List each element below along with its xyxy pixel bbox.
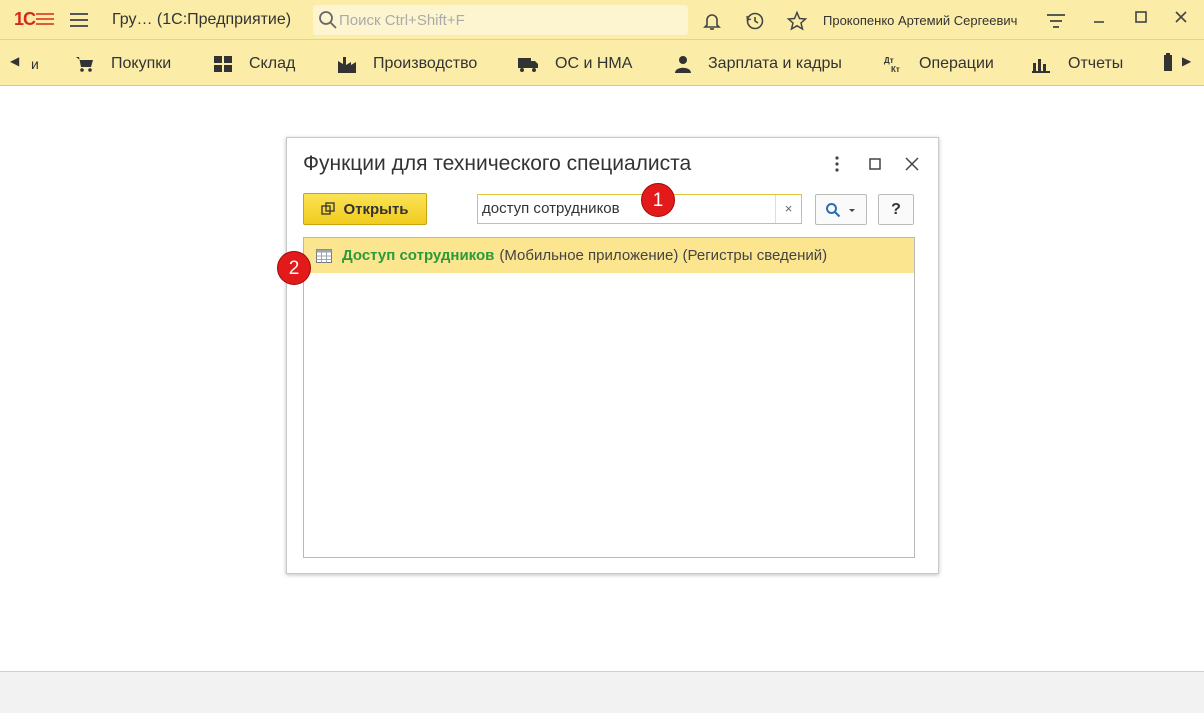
result-name: Доступ сотрудников [342, 247, 495, 264]
section-operations[interactable]: Дт Кт Операции [883, 53, 994, 75]
annotation-badge-2: 2 [277, 251, 311, 285]
open-button[interactable]: Открыть [303, 193, 427, 225]
svg-text:Дт: Дт [884, 56, 894, 65]
accounting-icon: Дт Кт [884, 56, 900, 73]
section-label: Отчеты [1068, 55, 1124, 72]
scroll-right-icon[interactable]: ▶ [1182, 54, 1191, 68]
section-salary-hr[interactable]: Зарплата и кадры [674, 53, 842, 75]
section-warehouse[interactable]: Склад [213, 53, 295, 75]
cart-icon [76, 57, 93, 72]
svg-text:Кт: Кт [891, 65, 900, 73]
section-purchases[interactable]: Покупки [75, 53, 171, 75]
scroll-left-icon[interactable]: ◀ [10, 54, 19, 68]
close-dialog-icon[interactable] [902, 154, 922, 174]
more-actions-icon[interactable] [827, 154, 847, 174]
tech-functions-dialog: Функции для технического специалиста Отк… [286, 137, 939, 574]
section-label: Производство [373, 55, 478, 72]
section-fixed-assets[interactable]: ОС и НМА [517, 53, 632, 75]
search-icon [319, 11, 337, 29]
minimize-icon[interactable] [1088, 9, 1110, 31]
section-label: и [31, 56, 39, 72]
more-sections-icon[interactable] [1162, 53, 1174, 73]
section-label: Покупки [111, 55, 172, 72]
truck-icon [518, 58, 538, 72]
help-button[interactable]: ? [878, 194, 914, 225]
star-icon[interactable] [786, 10, 808, 32]
clear-search-button[interactable]: × [775, 195, 801, 223]
function-search-field[interactable]: × [477, 194, 802, 224]
section-label: Зарплата и кадры [708, 55, 842, 72]
search-icon [826, 202, 841, 217]
open-button-label: Открыть [343, 200, 409, 218]
settings-menu-icon[interactable] [1045, 10, 1067, 32]
chevron-down-icon [849, 208, 855, 212]
warehouse-icon [214, 56, 232, 72]
svg-text:1С: 1С [14, 9, 36, 29]
bell-icon[interactable] [701, 10, 723, 32]
global-search[interactable] [313, 5, 688, 35]
section-label: Склад [249, 55, 296, 72]
app-logo[interactable]: 1С [14, 9, 58, 35]
maximize-dialog-icon[interactable] [865, 154, 885, 174]
sections-panel: ◀ и Покупки Склад Производство ОС и НМА … [0, 40, 1204, 86]
person-icon [675, 56, 691, 73]
annotation-badge-1: 1 [641, 183, 675, 217]
main-menu-icon[interactable] [70, 13, 88, 27]
section-partial[interactable]: и [31, 53, 39, 75]
list-item[interactable]: Доступ сотрудников (Мобильное приложение… [304, 238, 914, 273]
open-icon [321, 202, 336, 215]
section-production[interactable]: Производство [337, 53, 477, 75]
title-bar: 1С Гру… (1С:Предприятие) Прокопенко Арте… [0, 0, 1204, 40]
app-title: Гру… (1С:Предприятие) [112, 11, 292, 28]
bar-chart-icon [1032, 59, 1050, 73]
function-search-input[interactable] [482, 200, 772, 217]
results-list: Доступ сотрудников (Мобильное приложение… [303, 237, 915, 558]
maximize-icon[interactable] [1130, 9, 1152, 31]
section-label: ОС и НМА [555, 55, 633, 72]
section-reports[interactable]: Отчеты [1032, 53, 1123, 75]
dialog-title: Функции для технического специалиста [303, 152, 692, 175]
search-options-button[interactable] [815, 194, 867, 225]
factory-icon [338, 57, 356, 73]
close-icon[interactable] [1170, 9, 1192, 31]
result-description: (Мобильное приложение) (Регистры сведени… [499, 247, 828, 264]
global-search-input[interactable] [339, 11, 669, 29]
user-name[interactable]: Прокопенко Артемий Сергеевич [823, 13, 1017, 28]
register-table-icon [316, 248, 332, 263]
status-bar [0, 671, 1204, 713]
history-icon[interactable] [744, 10, 766, 32]
section-label: Операции [919, 55, 994, 72]
